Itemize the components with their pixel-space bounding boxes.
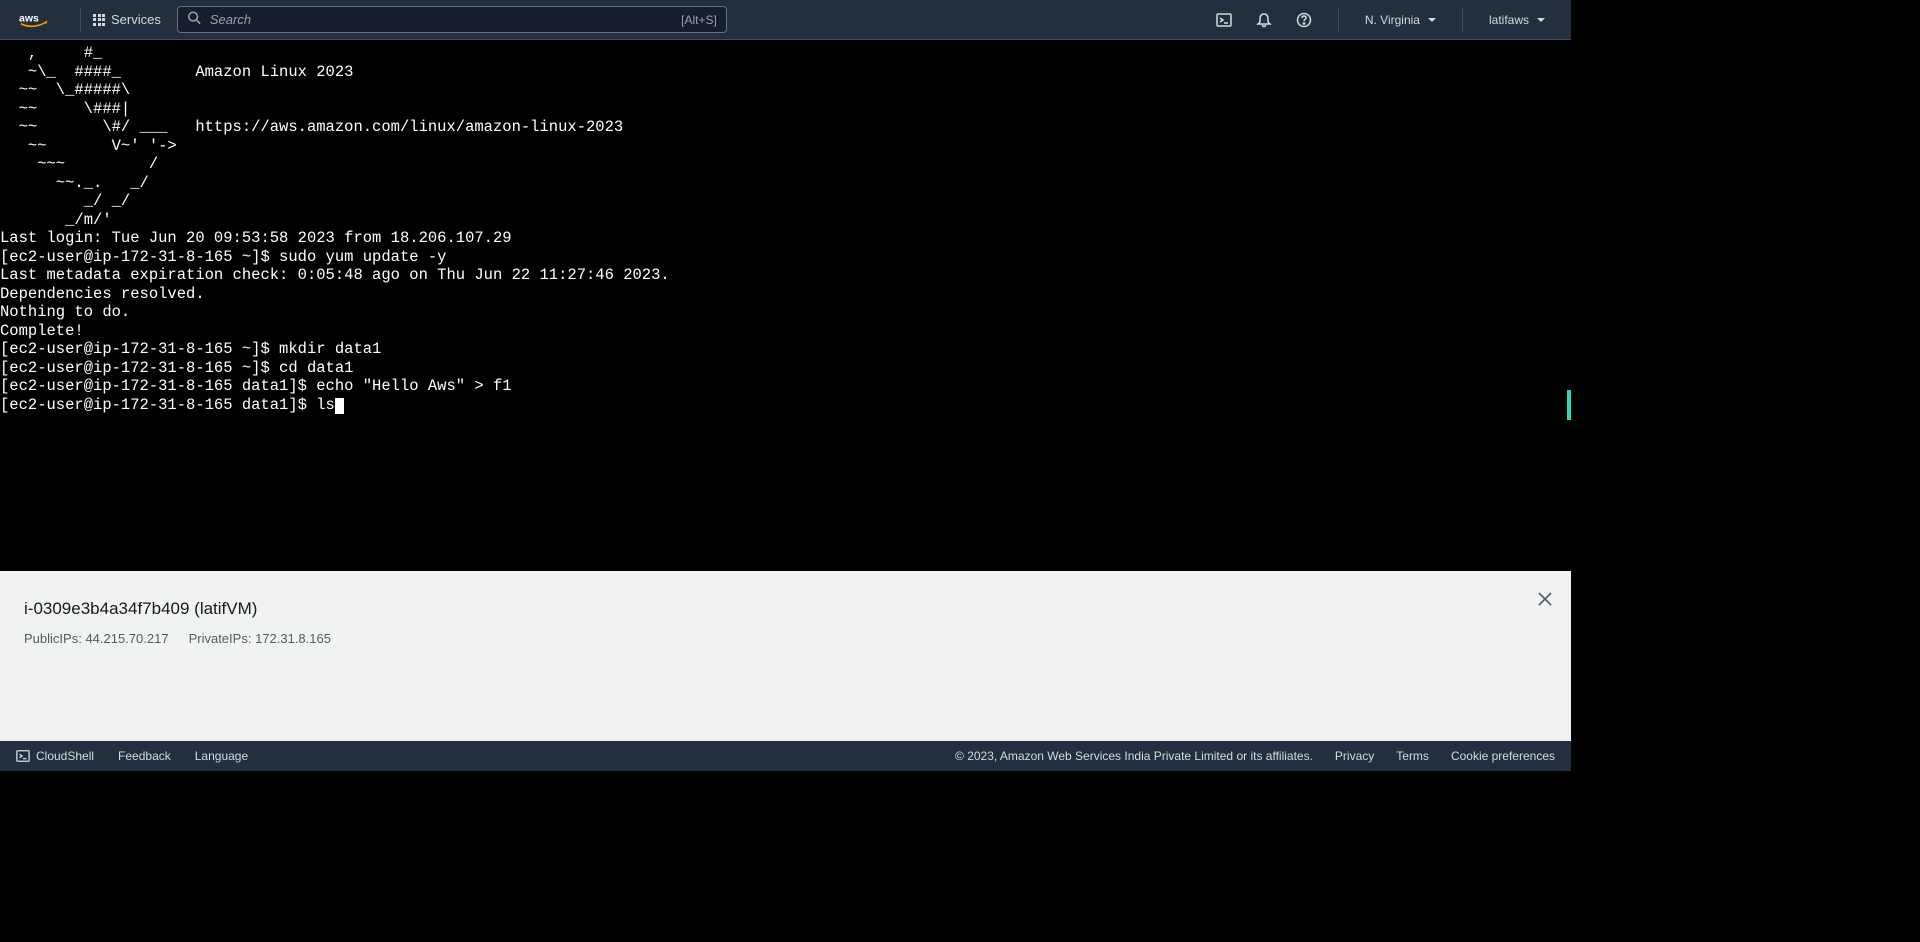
aws-logo[interactable]: aws	[16, 11, 52, 29]
terminal-cursor	[335, 398, 344, 414]
terminal-line: [ec2-user@ip-172-31-8-165 ~]$ cd data1	[0, 359, 353, 377]
cloudshell-icon	[16, 749, 30, 763]
chevron-down-icon	[1428, 18, 1436, 22]
search-shortcut: [Alt+S]	[681, 13, 717, 27]
scrollbar-thumb[interactable]	[1567, 390, 1571, 420]
terminal-line: Dependencies resolved.	[0, 285, 205, 303]
terms-link[interactable]: Terms	[1396, 749, 1429, 763]
services-label: Services	[111, 12, 161, 27]
bottom-right: © 2023, Amazon Web Services India Privat…	[955, 749, 1555, 763]
region-label: N. Virginia	[1365, 13, 1420, 27]
terminal-line: Last login: Tue Jun 20 09:53:58 2023 fro…	[0, 229, 512, 247]
public-ips-label: PublicIPs:	[24, 631, 82, 646]
services-button[interactable]: Services	[93, 12, 161, 27]
svg-text:aws: aws	[19, 12, 39, 24]
terminal-line: Nothing to do.	[0, 303, 130, 321]
services-grid-icon	[93, 14, 105, 26]
language-link[interactable]: Language	[195, 749, 248, 763]
notifications-button[interactable]	[1246, 6, 1282, 34]
private-ips-value: 172.31.8.165	[255, 631, 331, 646]
terminal-prompt: [ec2-user@ip-172-31-8-165 data1]$ ls	[0, 396, 335, 414]
nav-divider	[80, 8, 81, 32]
nav-right: N. Virginia latifaws	[1206, 6, 1555, 34]
top-nav: aws Services [Alt+S]	[0, 0, 1571, 40]
terminal-window[interactable]: , #_ ~\_ ####_ Amazon Linux 2023 ~~ \_##…	[0, 40, 1571, 571]
bottom-left: CloudShell Feedback Language	[16, 749, 248, 763]
terminal-line: [ec2-user@ip-172-31-8-165 ~]$ mkdir data…	[0, 340, 381, 358]
search-icon	[187, 10, 201, 29]
account-label: latifaws	[1489, 13, 1529, 27]
copyright-text: © 2023, Amazon Web Services India Privat…	[955, 749, 1313, 763]
terminal-line: [ec2-user@ip-172-31-8-165 data1]$ echo "…	[0, 377, 512, 395]
help-button[interactable]	[1286, 6, 1322, 34]
terminal-line: [ec2-user@ip-172-31-8-165 ~]$ sudo yum u…	[0, 248, 446, 266]
cookie-preferences-link[interactable]: Cookie preferences	[1451, 749, 1555, 763]
feedback-link[interactable]: Feedback	[118, 749, 171, 763]
instance-details: PublicIPs: 44.215.70.217 PrivateIPs: 172…	[24, 631, 1547, 646]
account-selector[interactable]: latifaws	[1479, 7, 1555, 33]
terminal-line: Last metadata expiration check: 0:05:48 …	[0, 266, 670, 284]
region-selector[interactable]: N. Virginia	[1355, 7, 1446, 33]
nav-divider	[1338, 8, 1339, 32]
cloudshell-button[interactable]: CloudShell	[16, 749, 94, 763]
search-input[interactable]	[177, 6, 727, 33]
instance-info-panel: i-0309e3b4a34f7b409 (latifVM) PublicIPs:…	[0, 571, 1571, 741]
privacy-link[interactable]: Privacy	[1335, 749, 1374, 763]
cloudshell-label: CloudShell	[36, 749, 94, 763]
close-button[interactable]	[1537, 589, 1553, 611]
bottom-bar: CloudShell Feedback Language © 2023, Ama…	[0, 741, 1571, 771]
cloudshell-icon-button[interactable]	[1206, 6, 1242, 34]
terminal-motd: , #_ ~\_ ####_ Amazon Linux 2023 ~~ \_##…	[0, 44, 623, 229]
instance-title: i-0309e3b4a34f7b409 (latifVM)	[24, 599, 1547, 619]
search-container: [Alt+S]	[177, 6, 727, 33]
terminal-line: Complete!	[0, 322, 84, 340]
nav-divider	[1462, 8, 1463, 32]
chevron-down-icon	[1537, 18, 1545, 22]
private-ips-label: PrivateIPs:	[189, 631, 252, 646]
public-ips-value: 44.215.70.217	[85, 631, 168, 646]
